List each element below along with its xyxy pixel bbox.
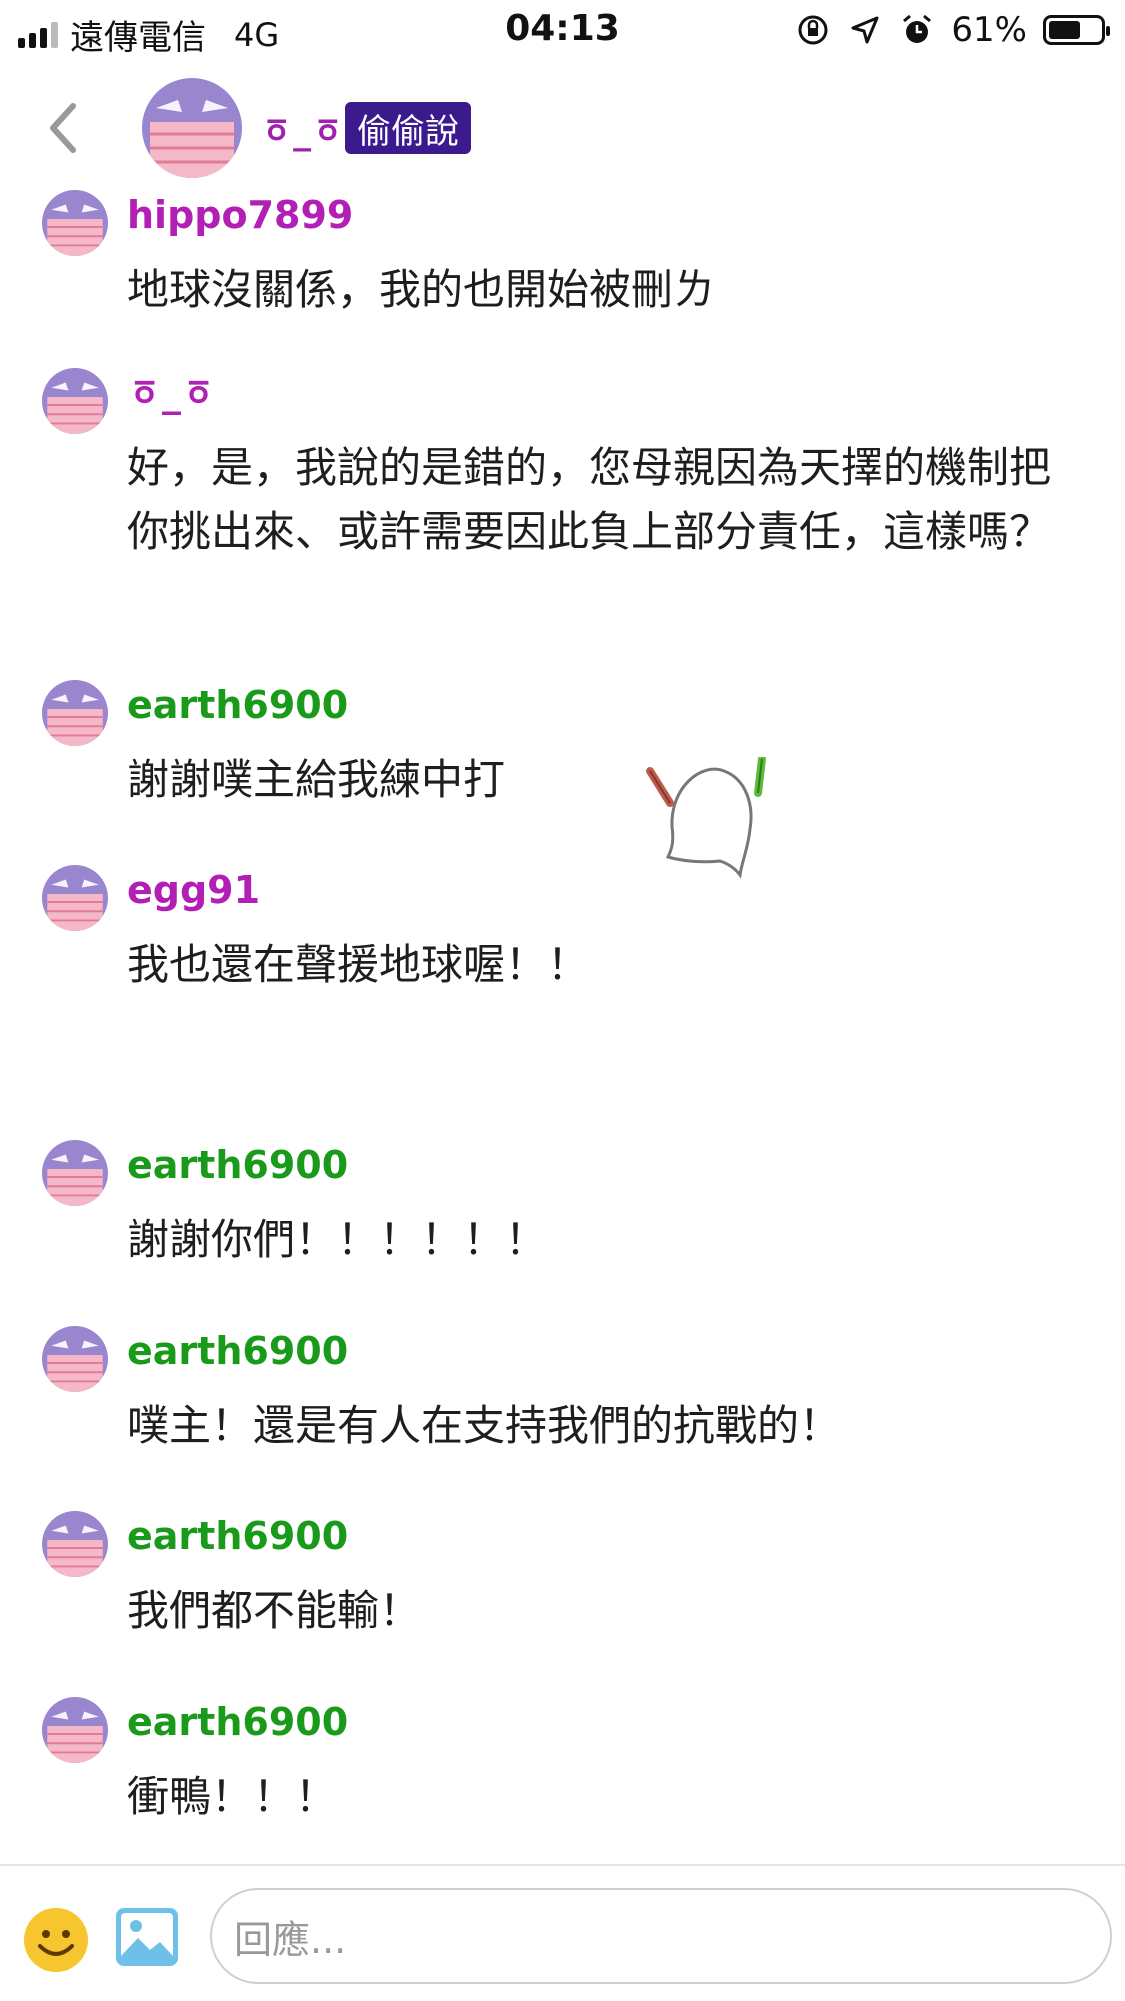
poster-name[interactable]: ㆆ_ㆆ [260, 102, 344, 154]
status-right: 61% [795, 10, 1110, 50]
response-text: 噗主！還是有人在支持我們的抗戰的！ [127, 1401, 842, 1450]
username[interactable]: earth6900 [127, 1513, 348, 1559]
alarm-icon [899, 12, 935, 48]
back-button[interactable] [38, 98, 88, 158]
rotation-lock-icon [795, 12, 831, 48]
username[interactable]: earth6900 [127, 682, 348, 728]
chevron-left-icon [50, 103, 76, 153]
reply-bar: 回應... [0, 1864, 1125, 2001]
response-text: 好，是，我說的是錯的，您母親因為天擇的機制把你挑出來、或許需要因此負上部分責任，… [127, 443, 1052, 556]
username[interactable]: hippo7899 [127, 192, 353, 238]
response-text: 我們都不能輸！ [127, 1586, 422, 1635]
username[interactable]: earth6900 [127, 1142, 348, 1188]
response-text: 衝鴨！！！ [127, 1772, 338, 1821]
location-arrow-icon [847, 12, 883, 48]
battery-percent: 61% [951, 10, 1027, 50]
ghost-cheer-sticker [646, 757, 766, 879]
battery-icon [1043, 15, 1110, 45]
anonymous-badge: 偷偷說 [345, 102, 471, 154]
avatar[interactable] [42, 1326, 108, 1392]
response-text: 謝謝噗主給我練中打 [127, 755, 506, 804]
avatar[interactable] [42, 865, 108, 931]
plurk-header: ㆆ_ㆆ 偷偷說 [0, 62, 1125, 192]
avatar[interactable] [42, 680, 108, 746]
avatar[interactable] [42, 1697, 108, 1763]
avatar[interactable] [42, 1140, 108, 1206]
image-icon[interactable] [114, 1906, 180, 1968]
username[interactable]: ㆆ_ㆆ [127, 370, 216, 416]
avatar[interactable] [42, 368, 108, 434]
response-text: 謝謝你們！！！！！！ [127, 1215, 548, 1264]
username[interactable]: egg91 [127, 867, 260, 913]
avatar[interactable] [42, 190, 108, 256]
username[interactable]: earth6900 [127, 1328, 348, 1374]
avatar[interactable] [42, 1511, 108, 1577]
smiley-icon[interactable] [22, 1906, 90, 1974]
response-text: 我也還在聲援地球喔！！ [127, 940, 590, 989]
reply-input[interactable]: 回應... [210, 1888, 1112, 1984]
battery-level-fill [1049, 21, 1080, 39]
response-text: 地球沒關係，我的也開始被刪ㄌ [127, 265, 716, 314]
username[interactable]: earth6900 [127, 1699, 348, 1745]
response-list[interactable]: hippo7899 地球沒關係，我的也開始被刪ㄌ ㆆ_ㆆ 好，是，我說的是錯的，… [0, 190, 1125, 1862]
status-bar: 遠傳電信 4G 04:13 61% [0, 0, 1125, 62]
avatar[interactable] [142, 78, 242, 178]
